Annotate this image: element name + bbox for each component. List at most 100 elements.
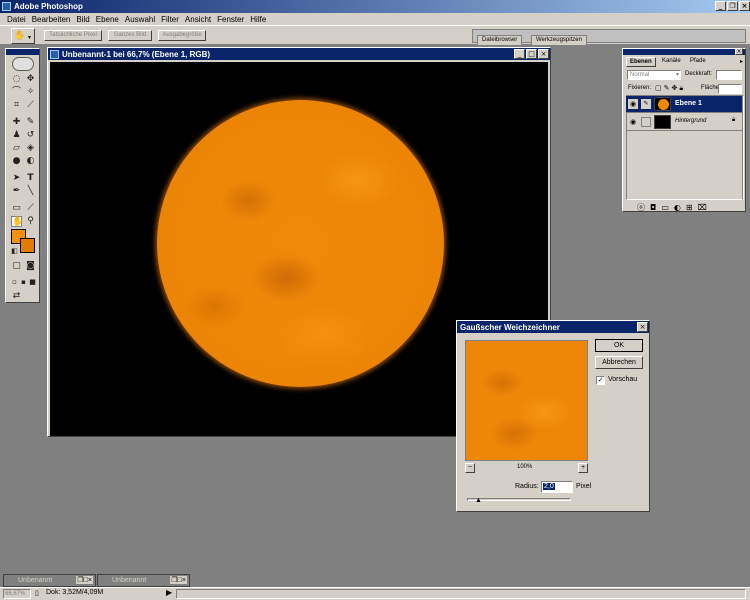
menu-bild[interactable]: Bild <box>73 15 92 24</box>
fit-screen-button[interactable]: Ganzes Bild <box>108 30 152 41</box>
fill-input[interactable] <box>718 84 742 94</box>
clone-stamp-icon[interactable]: ♟ <box>11 130 22 141</box>
zoom-tool-icon[interactable]: ⚲ <box>25 216 36 227</box>
tool-preset-picker[interactable]: ✋ ▾ <box>11 28 35 44</box>
hand-tool-icon: ✋ <box>14 31 26 41</box>
lasso-tool-icon[interactable]: ⌒ <box>11 87 22 98</box>
quick-mask-icon[interactable]: ◙ <box>25 261 36 272</box>
dialog-close-icon[interactable]: × <box>637 322 648 332</box>
palette-header <box>623 49 745 55</box>
link-slot[interactable] <box>641 117 651 127</box>
status-bar: 66,67% ▯ Dok: 3,52M/4,09M ▶ <box>0 587 750 600</box>
new-layer-icon[interactable]: ⊞ <box>686 203 698 212</box>
actual-pixels-button[interactable]: Tatsächliche Pixel <box>44 30 102 41</box>
brush-link-icon[interactable]: ✎ <box>641 99 651 109</box>
history-brush-icon[interactable]: ↺ <box>25 130 36 141</box>
standard-mode-icon[interactable]: ▢ <box>11 261 22 272</box>
tab-paths[interactable]: Pfade <box>687 57 709 67</box>
layer-mask-icon[interactable]: ◘ <box>650 203 661 212</box>
menu-bearbeiten[interactable]: Bearbeiten <box>29 15 74 24</box>
zoom-field[interactable]: 66,67% <box>3 589 31 599</box>
radius-input[interactable]: 2,0 <box>541 481 573 493</box>
doc-close-icon[interactable]: × <box>538 49 549 59</box>
slice-tool-icon[interactable]: ⟋ <box>25 100 36 111</box>
status-menu-icon[interactable]: ▶ <box>166 588 172 597</box>
palette-close-icon[interactable]: × <box>735 48 743 55</box>
radius-slider-thumb[interactable]: ▲ <box>475 497 482 504</box>
marquee-tool-icon[interactable]: ◌ <box>11 74 22 85</box>
restore-icon[interactable]: ❐□× <box>170 576 187 584</box>
new-set-icon[interactable]: ▭ <box>661 203 674 212</box>
palette-menu-icon[interactable]: ▸ <box>740 58 743 65</box>
eye-icon[interactable]: ◉ <box>628 117 638 127</box>
zoom-out-button[interactable]: − <box>465 463 475 473</box>
eye-icon[interactable]: ◉ <box>628 99 638 109</box>
layer-style-icon[interactable]: ⓞ <box>637 203 650 212</box>
lock-icons[interactable]: ▢✎✥🔒︎ <box>655 84 685 93</box>
eraser-tool-icon[interactable]: ▱ <box>11 143 22 154</box>
magic-wand-icon[interactable]: ✧ <box>25 87 36 98</box>
menu-hilfe[interactable]: Hilfe <box>247 15 269 24</box>
restore-icon[interactable]: ❐□× <box>76 576 93 584</box>
status-message <box>176 589 746 599</box>
print-preview-icon[interactable]: ▯ <box>35 589 39 597</box>
layer-row-ebene-1[interactable]: ◉ ✎ Ebene 1 <box>626 96 742 113</box>
restore-icon[interactable]: ❐ <box>727 1 738 11</box>
document-title-bar: Unbenannt-1 bei 66,7% (Ebene 1, RGB) <box>48 48 550 60</box>
window-controls: _ ❐ × <box>715 1 750 11</box>
menu-ebene[interactable]: Ebene <box>93 15 122 24</box>
zoom-in-button[interactable]: + <box>578 463 588 473</box>
line-tool-icon[interactable]: ╲ <box>25 186 36 197</box>
layer-thumbnail <box>654 115 671 129</box>
doc-maximize-icon[interactable]: □ <box>526 49 537 59</box>
print-size-button[interactable]: Ausgabegröße <box>158 30 206 41</box>
preview-checkbox[interactable]: ✓ <box>596 376 605 385</box>
healing-brush-icon[interactable]: ✚ <box>11 117 22 128</box>
tab-layers[interactable]: Ebenen <box>626 57 656 67</box>
minimized-document[interactable]: Unbenannt ❐□× <box>3 574 96 587</box>
app-title-bar: Adobe Photoshop _ ❐ × <box>0 0 750 13</box>
doc-minimize-icon[interactable]: _ <box>514 49 525 59</box>
minimize-icon[interactable]: _ <box>715 1 726 11</box>
menu-fenster[interactable]: Fenster <box>214 15 247 24</box>
pen-tool-icon[interactable]: ✒ <box>11 186 22 197</box>
menu-ansicht[interactable]: Ansicht <box>182 15 214 24</box>
hand-tool-icon[interactable]: ✋ <box>11 216 23 227</box>
type-tool-icon[interactable]: T <box>25 173 36 184</box>
paint-bucket-icon[interactable]: ◈ <box>25 143 36 154</box>
crop-tool-icon[interactable]: ⌗ <box>11 100 22 111</box>
notes-tool-icon[interactable]: ▭ <box>11 203 22 214</box>
opacity-label: Deckkraft: <box>685 71 713 77</box>
brush-tool-icon[interactable]: ✎ <box>25 117 36 128</box>
document-icon <box>50 49 59 59</box>
ok-button[interactable]: OK <box>595 339 643 352</box>
blur-tool-icon[interactable]: ● <box>11 156 22 167</box>
eyedropper-icon[interactable]: ⟋ <box>25 203 36 214</box>
blend-mode-select[interactable]: Normal ▾ <box>627 70 681 80</box>
menu-datei[interactable]: Datei <box>4 15 29 24</box>
tab-file-browser[interactable]: Dateibrowser <box>477 35 523 45</box>
layers-scrollbar[interactable] <box>742 95 744 200</box>
jump-to-imageready-icon[interactable]: ⇄ <box>11 291 22 302</box>
adobe-online-icon[interactable] <box>12 57 34 71</box>
tab-channels[interactable]: Kanäle <box>659 57 684 67</box>
blur-preview[interactable] <box>465 340 588 461</box>
default-colors-icon[interactable]: ◧ <box>9 246 20 257</box>
tab-brushes[interactable]: Werkzeugspitzen <box>531 35 587 45</box>
path-select-icon[interactable]: ➤ <box>11 173 22 184</box>
close-icon[interactable]: × <box>739 1 750 11</box>
move-tool-icon[interactable]: ✥ <box>25 74 36 85</box>
cancel-button[interactable]: Abbrechen <box>595 356 643 369</box>
trash-icon[interactable]: ⌧ <box>698 203 712 212</box>
background-color-swatch[interactable] <box>20 238 35 253</box>
layer-row-hintergrund[interactable]: ◉ Hintergrund 🔒︎ <box>626 114 742 131</box>
radius-unit: Pixel <box>576 483 592 490</box>
screen-mode-full-icon[interactable]: ■ <box>27 277 38 288</box>
dodge-tool-icon[interactable]: ◐ <box>25 156 36 167</box>
adjustment-layer-icon[interactable]: ◐ <box>674 203 686 212</box>
opacity-input[interactable] <box>716 70 742 80</box>
radius-slider-track[interactable] <box>467 498 571 501</box>
menu-filter[interactable]: Filter <box>158 15 182 24</box>
minimized-document[interactable]: Unbenannt ❐□× <box>97 574 190 587</box>
menu-auswahl[interactable]: Auswahl <box>122 15 158 24</box>
